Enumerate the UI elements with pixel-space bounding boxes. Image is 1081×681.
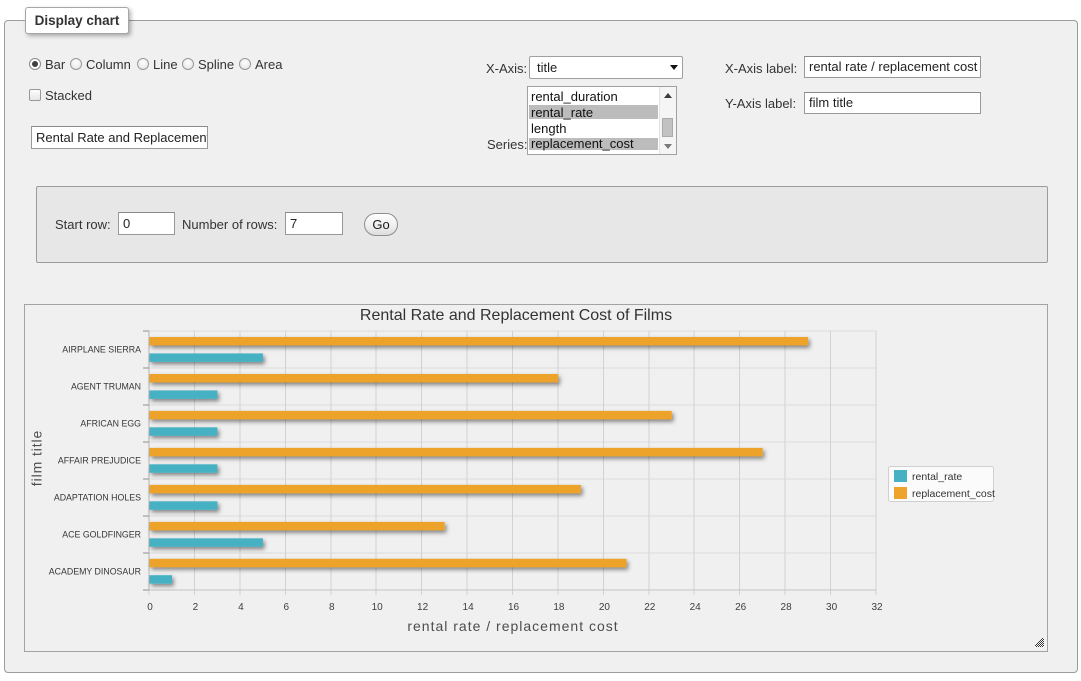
svg-text:30: 30 — [826, 602, 838, 613]
svg-text:2: 2 — [193, 602, 199, 613]
svg-text:28: 28 — [781, 602, 793, 613]
svg-text:ACE GOLDFINGER: ACE GOLDFINGER — [62, 529, 141, 539]
svg-text:rental_rate: rental_rate — [912, 471, 962, 483]
svg-text:22: 22 — [644, 602, 656, 613]
svg-text:AIRPLANE SIERRA: AIRPLANE SIERRA — [62, 345, 141, 355]
svg-text:12: 12 — [417, 602, 429, 613]
svg-text:Rental Rate and Replacement Co: Rental Rate and Replacement Cost of Film… — [360, 307, 672, 324]
svg-text:18: 18 — [553, 602, 565, 613]
svg-text:AFFAIR PREJUDICE: AFFAIR PREJUDICE — [58, 455, 141, 465]
svg-text:replacement_cost: replacement_cost — [912, 488, 995, 500]
svg-text:film title: film title — [29, 430, 45, 486]
svg-text:10: 10 — [372, 602, 384, 613]
svg-text:ACADEMY DINOSAUR: ACADEMY DINOSAUR — [49, 566, 141, 576]
svg-text:32: 32 — [871, 602, 883, 613]
svg-text:rental rate / replacement cost: rental rate / replacement cost — [407, 618, 618, 634]
svg-text:8: 8 — [329, 602, 335, 613]
svg-text:6: 6 — [284, 602, 290, 613]
svg-text:AGENT TRUMAN: AGENT TRUMAN — [71, 382, 141, 392]
svg-text:AFRICAN EGG: AFRICAN EGG — [80, 418, 141, 428]
svg-text:16: 16 — [508, 602, 520, 613]
svg-text:24: 24 — [690, 602, 702, 613]
svg-text:ADAPTATION HOLES: ADAPTATION HOLES — [54, 492, 141, 502]
svg-text:26: 26 — [735, 602, 747, 613]
svg-text:14: 14 — [463, 602, 475, 613]
svg-text:4: 4 — [238, 602, 244, 613]
svg-text:20: 20 — [599, 602, 611, 613]
svg-text:0: 0 — [147, 602, 153, 613]
